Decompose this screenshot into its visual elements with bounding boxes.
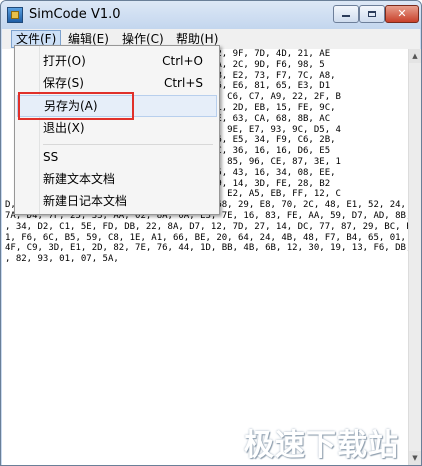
editor-line: 4F, C9, 3D, E1, 2D, 82, 7E, 76, 44, 1D, … (5, 243, 408, 254)
minimize-icon (342, 15, 350, 17)
title-bar[interactable]: SimCode V1.0 ✕ (1, 1, 421, 29)
window-title: SimCode V1.0 (29, 7, 121, 22)
menu-separator (43, 144, 213, 145)
vertical-scrollbar[interactable]: ▲ ▼ (408, 49, 421, 465)
editor-line: 1, F6, 6C, B5, 59, C8, 1E, A1, 66, BE, 2… (5, 232, 406, 243)
maximize-button[interactable] (359, 5, 385, 23)
menu-item-open[interactable]: 打开(O) Ctrl+O (17, 50, 217, 72)
menu-item-new-diary-doc[interactable]: 新建日记本文档 (17, 190, 217, 212)
menu-item-label: 打开(O) (43, 54, 86, 68)
close-button[interactable]: ✕ (385, 5, 419, 23)
highlight-annotation-box (18, 92, 134, 120)
watermark-text: 极速下载站 (244, 428, 399, 463)
menu-item-shortcut: Ctrl+S (163, 76, 203, 90)
close-icon: ✕ (397, 7, 407, 20)
menu-item-label: 新建文本文档 (43, 172, 116, 186)
menu-item-exit[interactable]: 退出(X) (17, 117, 217, 139)
app-icon[interactable] (7, 7, 23, 23)
menu-item-label: 保存(S) (43, 76, 84, 90)
menu-item-label: SS (43, 150, 59, 164)
file-menu-dropdown: 打开(O) Ctrl+O 保存(S) Ctrl+S 另存为(A) 退出(X) S… (14, 45, 220, 215)
editor-line: , 34, D2, C1, 5E, FD, DB, 22, 8A, D7, 12… (5, 221, 408, 232)
scroll-down-button[interactable]: ▼ (409, 451, 421, 465)
minimize-button[interactable] (333, 5, 359, 23)
maximize-icon (368, 11, 376, 17)
menu-item-shortcut: Ctrl+O (162, 54, 203, 68)
scroll-up-button[interactable]: ▲ (409, 49, 421, 63)
editor-line: , 82, 93, 01, 07, 5A, (5, 254, 119, 265)
menu-item-save[interactable]: 保存(S) Ctrl+S (17, 72, 217, 94)
menu-item-new-text-doc[interactable]: 新建文本文档 (17, 168, 217, 190)
menu-item-label: 新建日记本文档 (43, 194, 128, 208)
menu-item-label: 退出(X) (43, 121, 85, 135)
menu-item-ss[interactable]: SS (17, 146, 217, 168)
